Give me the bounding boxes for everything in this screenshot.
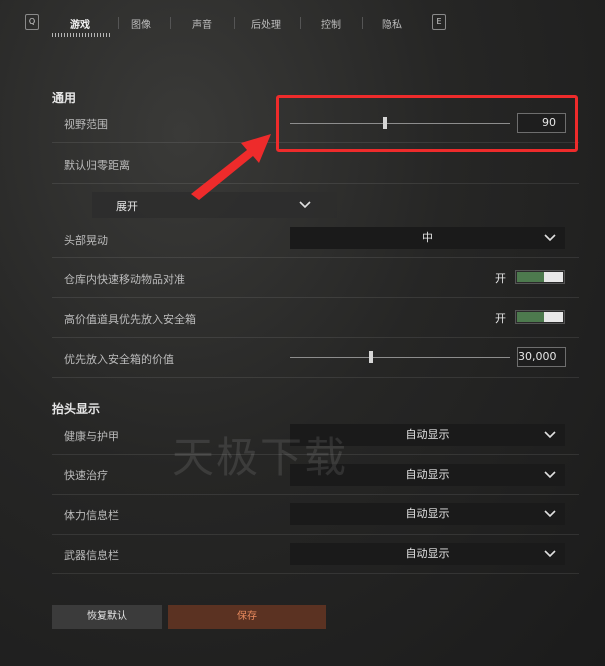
setting-row-stamina: 体力信息栏 自动显示: [52, 495, 579, 535]
chevron-down-icon: [544, 431, 556, 439]
head-bob-label: 头部晃动: [64, 234, 108, 247]
weapon-dropdown[interactable]: 自动显示: [290, 543, 565, 565]
high-value-first-state: 开: [495, 312, 506, 325]
annotation-highlight-box: [276, 95, 578, 152]
stamina-label: 体力信息栏: [64, 509, 119, 522]
tab-separator: [170, 17, 171, 29]
priority-value-slider-track[interactable]: [290, 357, 510, 358]
annotation-arrow-icon: [191, 134, 271, 200]
reset-defaults-button[interactable]: 恢复默认: [52, 605, 162, 629]
setting-row-weapon: 武器信息栏 自动显示: [52, 535, 579, 574]
tab-separator: [234, 17, 235, 29]
chevron-down-icon: [544, 471, 556, 479]
chevron-down-icon: [544, 550, 556, 558]
high-value-first-toggle[interactable]: [515, 310, 565, 324]
tab-post-processing[interactable]: 后处理: [251, 16, 281, 31]
head-bob-value: 中: [422, 231, 433, 244]
chevron-down-icon: [299, 201, 311, 209]
tab-graphics[interactable]: 图像: [131, 16, 151, 31]
health-value: 自动显示: [405, 428, 450, 441]
weapon-value: 自动显示: [405, 547, 450, 560]
quick-move-state: 开: [495, 272, 506, 285]
priority-value-label: 优先放入安全箱的价值: [64, 353, 174, 366]
tab-game[interactable]: 游戏: [70, 16, 90, 31]
head-bob-dropdown[interactable]: 中: [290, 227, 565, 249]
health-label: 健康与护甲: [64, 430, 119, 443]
watermark: 天极下载: [172, 433, 349, 482]
setting-row-high-value-first: 高价值道具优先放入安全箱 开: [52, 298, 579, 338]
setting-row-priority-value: 优先放入安全箱的价值 30,000: [52, 338, 579, 378]
high-value-first-label: 高价值道具优先放入安全箱: [64, 313, 196, 326]
tab-separator: [118, 17, 119, 29]
tab-controls[interactable]: 控制: [321, 16, 341, 31]
stamina-value: 自动显示: [405, 507, 450, 520]
zeroing-label: 默认归零距离: [64, 159, 130, 172]
stamina-dropdown[interactable]: 自动显示: [290, 503, 565, 525]
setting-row-head-bob: 头部晃动 中: [52, 220, 579, 258]
toggle-knob: [544, 312, 563, 322]
setting-row-quick-move: 仓库内快速移动物品对准 开: [52, 258, 579, 298]
fov-label: 视野范围: [64, 118, 108, 131]
chevron-down-icon: [544, 510, 556, 518]
tab-audio[interactable]: 声音: [192, 16, 212, 31]
toggle-on-fill: [517, 312, 544, 322]
section-title-hud: 抬头显示: [52, 402, 101, 416]
settings-tab-bar: Q 游戏 图像 声音 后处理 控制 隐私 E: [0, 0, 605, 42]
toggle-knob: [544, 272, 563, 282]
priority-value-field[interactable]: 30,000: [517, 347, 566, 367]
e-key-hint[interactable]: E: [432, 14, 446, 30]
tab-separator: [300, 17, 301, 29]
quick-move-toggle[interactable]: [515, 270, 565, 284]
q-key-hint[interactable]: Q: [25, 14, 39, 30]
toggle-on-fill: [517, 272, 544, 282]
quick-move-label: 仓库内快速移动物品对准: [64, 273, 185, 286]
expand-label: 展开: [116, 200, 138, 213]
heal-value: 自动显示: [405, 468, 450, 481]
chevron-down-icon: [544, 234, 556, 242]
weapon-label: 武器信息栏: [64, 549, 119, 562]
active-tab-indicator: [52, 33, 112, 37]
tab-separator: [362, 17, 363, 29]
heal-label: 快速治疗: [64, 469, 108, 482]
priority-value-slider-thumb[interactable]: [369, 351, 374, 363]
tab-privacy[interactable]: 隐私: [382, 16, 402, 31]
save-button[interactable]: 保存: [168, 605, 326, 629]
